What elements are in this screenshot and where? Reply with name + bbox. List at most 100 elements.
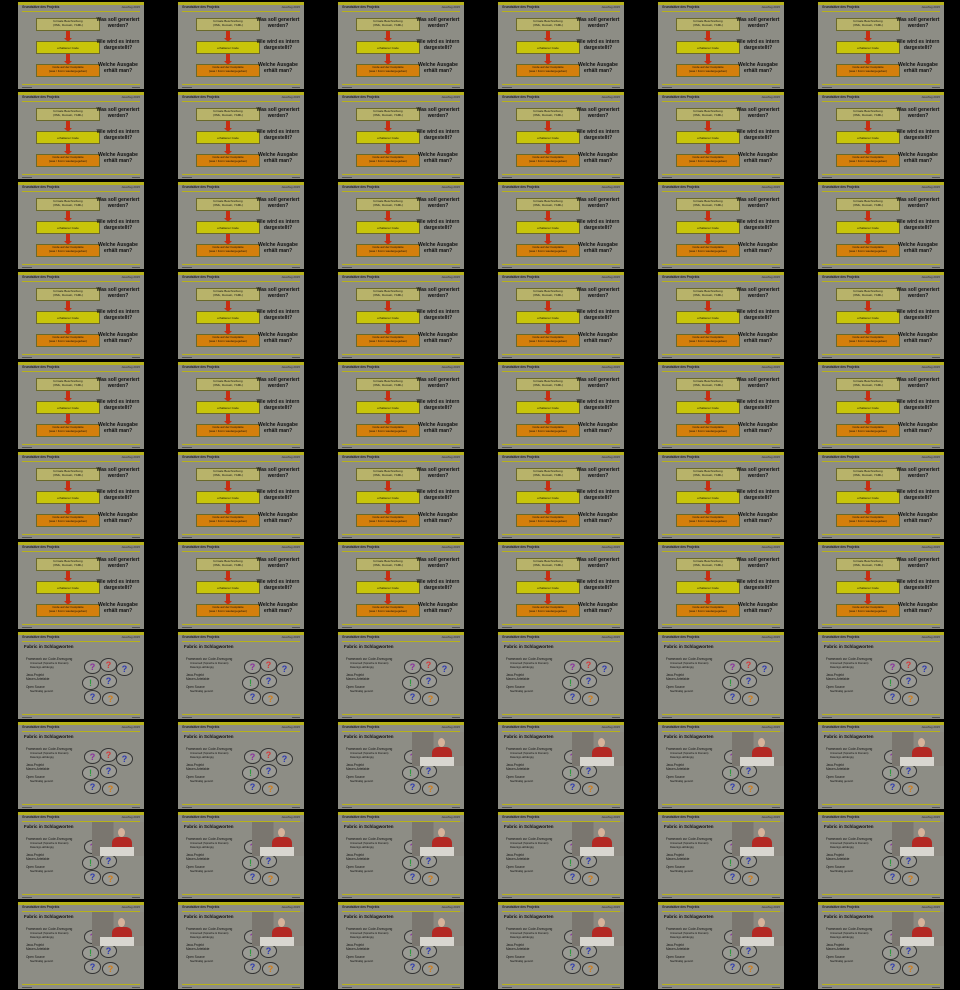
slide-footer-rule (662, 984, 780, 985)
question-represented: Wie wird es intern dargestellt? (96, 39, 140, 51)
slide-footer-rule (22, 84, 140, 85)
slide-thumbnail-bullets[interactable]: Grundsätze des Projekts JavaTag 2015 Fab… (18, 812, 144, 899)
flow-box-description-sub: (XML, Domain, YAML) (693, 23, 723, 27)
slide-thumbnail-flow[interactable]: Grundsätze des Projekts JavaTag 2015 for… (818, 2, 944, 89)
slide-thumbnail-flow[interactable]: Grundsätze des Projekts JavaTag 2015 for… (658, 182, 784, 269)
slide-thumbnail-bullets[interactable]: Grundsätze des Projekts JavaTag 2015 Fab… (498, 812, 624, 899)
question-represented: Wie wird es intern dargestellt? (256, 579, 300, 591)
slide-thumbnail-flow[interactable]: Grundsätze des Projekts JavaTag 2015 for… (18, 92, 144, 179)
slide-thumbnail-flow[interactable]: Grundsätze des Projekts JavaTag 2015 for… (338, 272, 464, 359)
slide-thumbnail-flow[interactable]: Grundsätze des Projekts JavaTag 2015 for… (818, 182, 944, 269)
slide-thumbnail-bullets[interactable]: Grundsätze des Projekts JavaTag 2015 Fab… (498, 632, 624, 719)
slide-header: Grundsätze des Projekts (182, 725, 220, 729)
slide-thumbnail-flow[interactable]: Grundsätze des Projekts JavaTag 2015 for… (658, 2, 784, 89)
slide-thumbnail-flow[interactable]: Grundsätze des Projekts JavaTag 2015 for… (338, 542, 464, 629)
slide-thumbnail-flow[interactable]: Grundsätze des Projekts JavaTag 2015 for… (658, 92, 784, 179)
slide-footer-rule (822, 714, 940, 715)
slide-thumbnail-flow[interactable]: Grundsätze des Projekts JavaTag 2015 for… (338, 2, 464, 89)
slide-thumbnail-bullets[interactable]: Grundsätze des Projekts JavaTag 2015 Fab… (338, 632, 464, 719)
slide-thumbnail-flow[interactable]: Grundsätze des Projekts JavaTag 2015 for… (658, 542, 784, 629)
speaker-head (118, 828, 125, 837)
slide-thumbnail-flow[interactable]: Grundsätze des Projekts JavaTag 2015 for… (818, 92, 944, 179)
slide-thumbnail-bullets[interactable]: Grundsätze des Projekts JavaTag 2015 Fab… (338, 722, 464, 809)
slide-title: Fabric in Schlagworten (184, 644, 234, 649)
slide-thumbnail-flow[interactable]: Grundsätze des Projekts JavaTag 2015 for… (338, 362, 464, 449)
question-represented: Wie wird es intern dargestellt? (96, 489, 140, 501)
slide-thumbnail-bullets[interactable]: Grundsätze des Projekts JavaTag 2015 Fab… (18, 722, 144, 809)
slide-thumbnail-bullets[interactable]: Grundsätze des Projekts JavaTag 2015 Fab… (178, 722, 304, 809)
bullet-item: Datentyp-abhängig (510, 755, 534, 759)
slide-thumbnail-bullets[interactable]: Grundsätze des Projekts JavaTag 2015 Fab… (18, 902, 144, 989)
slide-header-rule (22, 281, 140, 282)
slide-thumbnail-flow[interactable]: Grundsätze des Projekts JavaTag 2015 for… (658, 452, 784, 539)
slide-thumbnail-bullets[interactable]: Grundsätze des Projekts JavaTag 2015 Fab… (818, 722, 944, 809)
slide-thumbnail-flow[interactable]: Grundsätze des Projekts JavaTag 2015 for… (178, 452, 304, 539)
slide-thumbnail-bullets[interactable]: Grundsätze des Projekts JavaTag 2015 Fab… (178, 812, 304, 899)
slide-thumbnail-flow[interactable]: Grundsätze des Projekts JavaTag 2015 for… (498, 272, 624, 359)
slide-thumbnail-flow[interactable]: Grundsätze des Projekts JavaTag 2015 for… (18, 362, 144, 449)
slide-thumbnail-bullets[interactable]: Grundsätze des Projekts JavaTag 2015 Fab… (498, 902, 624, 989)
flow-box-disk: Code auf der Festplatte (was / Form wied… (36, 424, 100, 437)
slide-thumbnail-flow[interactable]: Grundsätze des Projekts JavaTag 2015 for… (18, 542, 144, 629)
slide-thumbnail-flow[interactable]: Grundsätze des Projekts JavaTag 2015 for… (338, 92, 464, 179)
flow-box-disk-sub: (was / Form wiedergegeben) (528, 69, 568, 73)
slide-thumbnail-bullets[interactable]: Grundsätze des Projekts JavaTag 2015 Fab… (658, 812, 784, 899)
slide-thumbnail-flow[interactable]: Grundsätze des Projekts JavaTag 2015 for… (18, 2, 144, 89)
slide-footer-right (292, 806, 300, 808)
slide-thumbnail-bullets[interactable]: Grundsätze des Projekts JavaTag 2015 Fab… (178, 632, 304, 719)
flow-arrow (704, 414, 712, 425)
slide-footer-left (342, 896, 352, 898)
speech-bubble-icon: ? (84, 750, 101, 764)
slide-header-rule (342, 101, 460, 102)
speech-bubble-icon: ? (102, 692, 119, 706)
slide-thumbnail-flow[interactable]: Grundsätze des Projekts JavaTag 2015 for… (178, 542, 304, 629)
bullet-item: Nachhaltig genutzt (830, 779, 854, 783)
slide-thumbnail-flow[interactable]: Grundsätze des Projekts JavaTag 2015 for… (178, 362, 304, 449)
slide-thumbnail-flow[interactable]: Grundsätze des Projekts JavaTag 2015 for… (818, 272, 944, 359)
slide-thumbnail-flow[interactable]: Grundsätze des Projekts JavaTag 2015 for… (178, 182, 304, 269)
question-generated: Was soll generiert werden? (96, 287, 140, 299)
slide-thumbnail-flow[interactable]: Grundsätze des Projekts JavaTag 2015 for… (818, 452, 944, 539)
slide-thumbnail-flow[interactable]: Grundsätze des Projekts JavaTag 2015 for… (178, 92, 304, 179)
flow-box-disk: Code auf der Festplatte (was / Form wied… (196, 154, 260, 167)
slide-thumbnail-flow[interactable]: Grundsätze des Projekts JavaTag 2015 for… (658, 272, 784, 359)
slide-thumbnail-bullets[interactable]: Grundsätze des Projekts JavaTag 2015 Fab… (18, 632, 144, 719)
speaker-head (438, 918, 445, 927)
slide-thumbnail-flow[interactable]: Grundsätze des Projekts JavaTag 2015 for… (338, 182, 464, 269)
slide-thumbnail-bullets[interactable]: Grundsätze des Projekts JavaTag 2015 Fab… (658, 902, 784, 989)
slide-thumbnail-bullets[interactable]: Grundsätze des Projekts JavaTag 2015 Fab… (338, 812, 464, 899)
slide-thumbnail-bullets[interactable]: Grundsätze des Projekts JavaTag 2015 Fab… (818, 812, 944, 899)
slide-thumbnail-bullets[interactable]: Grundsätze des Projekts JavaTag 2015 Fab… (178, 902, 304, 989)
slide-thumbnail-flow[interactable]: Grundsätze des Projekts JavaTag 2015 for… (498, 452, 624, 539)
slide-thumbnail-flow[interactable]: Grundsätze des Projekts JavaTag 2015 for… (178, 2, 304, 89)
slide-thumbnail-flow[interactable]: Grundsätze des Projekts JavaTag 2015 for… (658, 362, 784, 449)
slide-thumbnail-bullets[interactable]: Grundsätze des Projekts JavaTag 2015 Fab… (658, 632, 784, 719)
slide-header: Grundsätze des Projekts (502, 185, 540, 189)
flow-arrow (384, 121, 392, 132)
flow-box-disk: Code auf der Festplatte (was / Form wied… (516, 244, 580, 257)
slide-thumbnail-flow[interactable]: Grundsätze des Projekts JavaTag 2015 for… (338, 452, 464, 539)
slide-thumbnail-flow[interactable]: Grundsätze des Projekts JavaTag 2015 for… (498, 92, 624, 179)
slide-thumbnail-flow[interactable]: Grundsätze des Projekts JavaTag 2015 for… (18, 452, 144, 539)
slide-thumbnail-flow[interactable]: Grundsätze des Projekts JavaTag 2015 for… (498, 2, 624, 89)
slide-thumbnail-bullets[interactable]: Grundsätze des Projekts JavaTag 2015 Fab… (818, 902, 944, 989)
flow-box-disk-sub: (was / Form wiedergegeben) (48, 159, 88, 163)
slide-header: Grundsätze des Projekts (342, 905, 380, 909)
slide-thumbnail-flow[interactable]: Grundsätze des Projekts JavaTag 2015 for… (498, 542, 624, 629)
slide-thumbnail-flow[interactable]: Grundsätze des Projekts JavaTag 2015 for… (818, 362, 944, 449)
slide-footer-rule (182, 174, 300, 175)
flow-box-description-sub: (XML, Domain, YAML) (533, 203, 563, 207)
flow-arrow (704, 391, 712, 402)
flow-box-code: erhaltener Code (836, 491, 900, 504)
slide-thumbnail-flow[interactable]: Grundsätze des Projekts JavaTag 2015 for… (178, 272, 304, 359)
slide-thumbnail-bullets[interactable]: Grundsätze des Projekts JavaTag 2015 Fab… (658, 722, 784, 809)
flow-box-disk-sub: (was / Form wiedergegeben) (368, 159, 408, 163)
slide-thumbnail-bullets[interactable]: Grundsätze des Projekts JavaTag 2015 Fab… (338, 902, 464, 989)
slide-thumbnail-flow[interactable]: Grundsätze des Projekts JavaTag 2015 for… (498, 182, 624, 269)
slide-thumbnail-bullets[interactable]: Grundsätze des Projekts JavaTag 2015 Fab… (498, 722, 624, 809)
slide-thumbnail-flow[interactable]: Grundsätze des Projekts JavaTag 2015 for… (18, 272, 144, 359)
slide-thumbnail-bullets[interactable]: Grundsätze des Projekts JavaTag 2015 Fab… (818, 632, 944, 719)
slide-thumbnail-flow[interactable]: Grundsätze des Projekts JavaTag 2015 for… (818, 542, 944, 629)
slide-thumbnail-flow[interactable]: Grundsätze des Projekts JavaTag 2015 for… (18, 182, 144, 269)
slide-thumbnail-flow[interactable]: Grundsätze des Projekts JavaTag 2015 for… (498, 362, 624, 449)
